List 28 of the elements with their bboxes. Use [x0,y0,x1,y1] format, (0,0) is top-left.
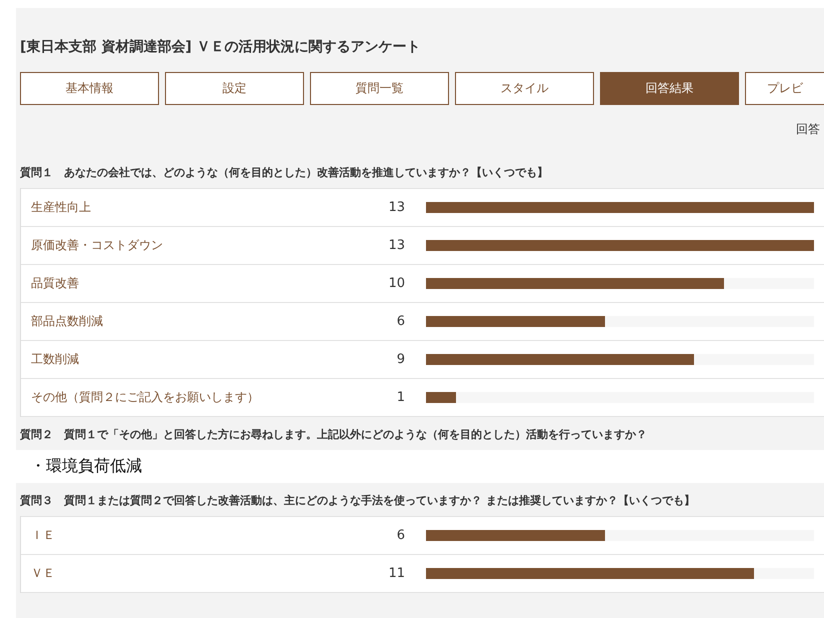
tab[interactable]: 基本情報 [20,72,159,105]
answer-count: 13 [387,200,405,215]
tab[interactable]: プレビ [745,72,824,105]
option-label: ＩＥ [30,527,56,544]
tab[interactable]: 設定 [165,72,304,105]
tab[interactable]: 質問一覧 [310,72,449,105]
question-title: 質問２ 質問１で「その他」と回答した方にお尋ねします。上記以外にどのような（何を目的とした）活動を行っていますか？ [20,427,648,442]
tab[interactable]: 回答結果 [600,72,739,105]
tab[interactable]: スタイル [455,72,594,105]
option-label: その他（質問２にご記入をお願いします） [30,389,260,406]
option-label: 生産性向上 [30,199,92,216]
option-label: ＶＥ [30,565,56,582]
answer-count: 13 [387,238,405,253]
option-label: 部品点数削減 [30,313,104,330]
answer-count: 1 [396,390,405,405]
question-title: 質問３ 質問１または質問２で回答した改善活動は、主にどのような手法を使っていますか？ または推奨していますか？【いくつでも】 [20,493,696,508]
answer-count: 9 [396,352,405,367]
answer-count: 10 [387,276,405,291]
option-label: 工数削減 [30,351,80,368]
answer-count: 6 [396,528,405,543]
response-count-label: 回答 [796,121,820,137]
question-title: 質問１ あなたの会社では、どのような（何を目的とした）改善活動を推進していますか？【いくつでも】 [20,165,549,180]
option-label: 原価改善・コストダウン [30,237,164,254]
option-label: 品質改善 [30,275,80,292]
answer-count: 11 [387,566,405,581]
survey-title: [東日本支部 資材調達部会] ＶＥの活用状況に関するアンケート [20,38,422,56]
answer-count: 6 [396,314,405,329]
free-text-answer: ・環境負荷低減 [16,450,824,483]
